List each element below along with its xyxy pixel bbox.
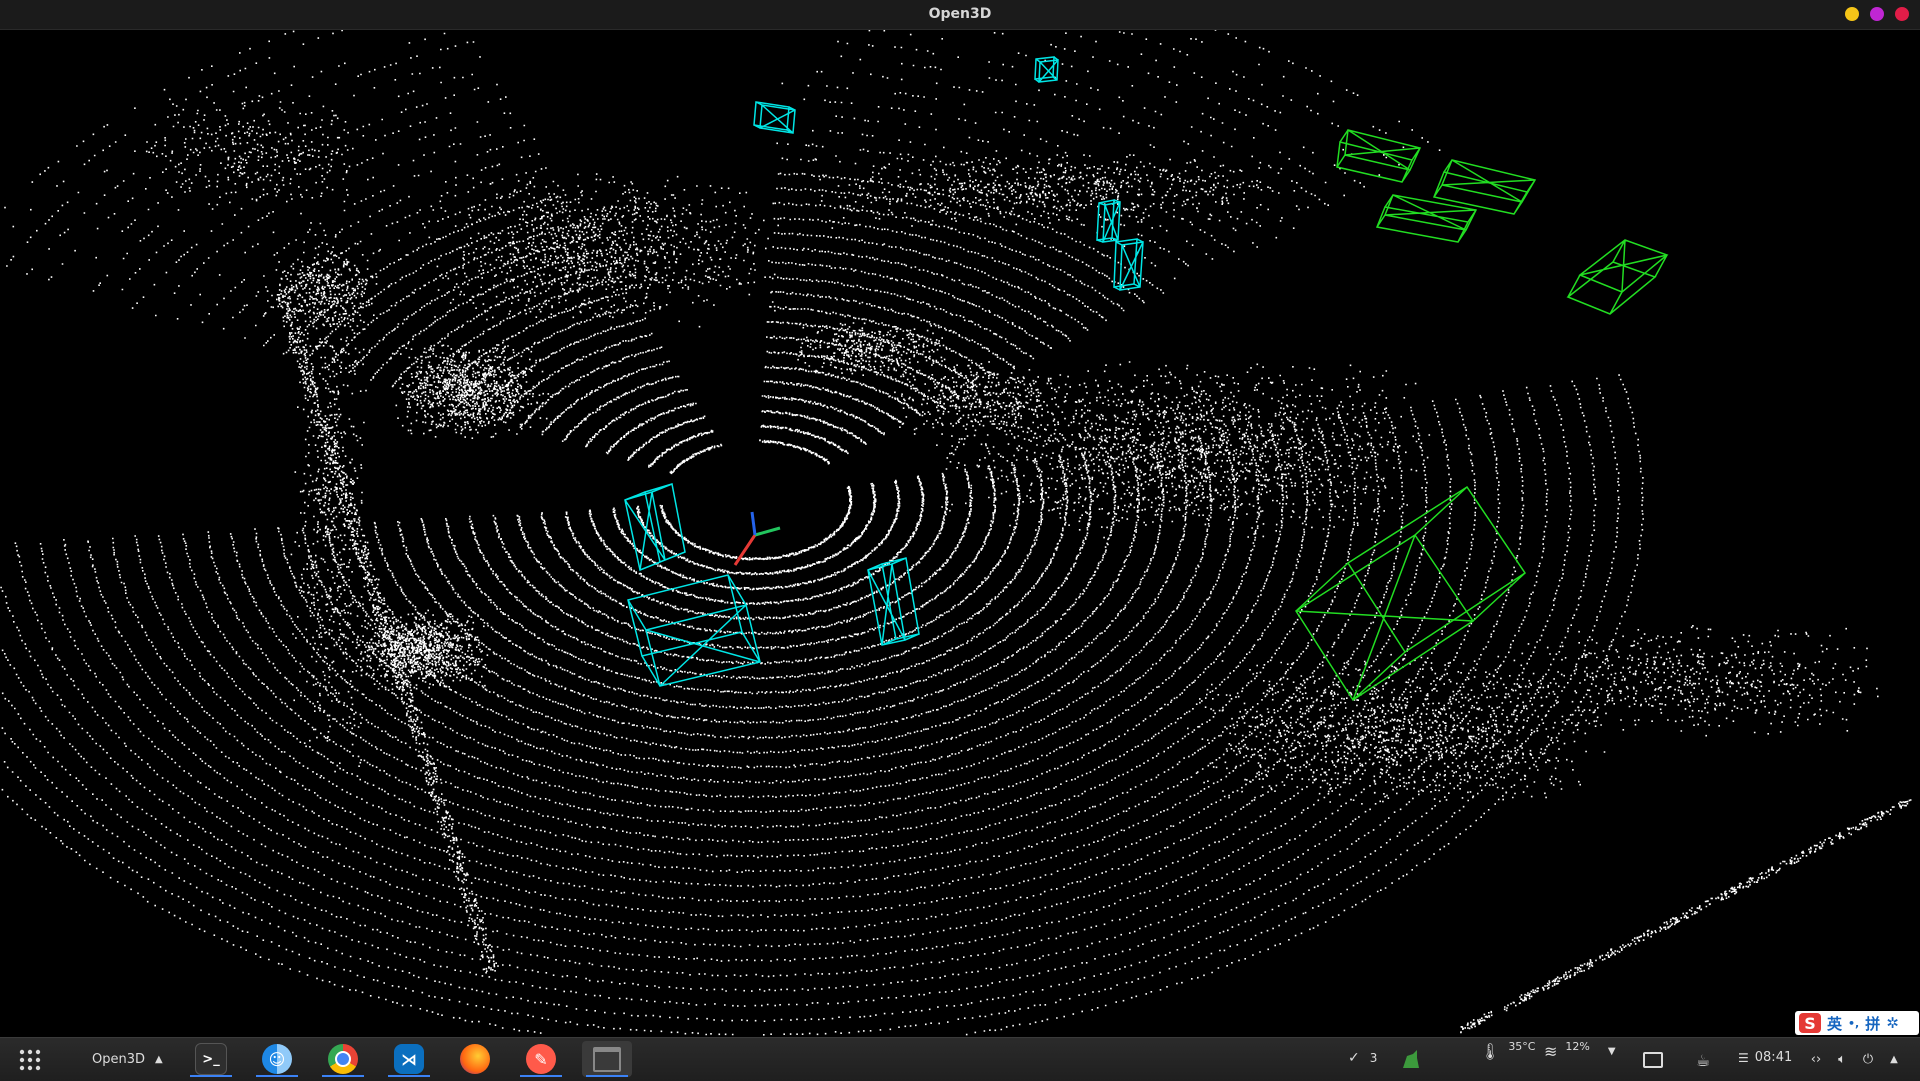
taskbar: Open3D ▲ >_ ☺ ⋊ ✎ ✓ 3 🌡︎ 35°C ≋ 12% ▼ ☕︎…: [0, 1037, 1920, 1081]
car-box-far-1: [1336, 129, 1422, 183]
active-window-label: Open3D: [92, 1051, 146, 1067]
tray-expand-icon[interactable]: ▲: [1884, 1049, 1904, 1069]
point-cloud-viewport[interactable]: [0, 30, 1920, 1037]
ime-logo-icon[interactable]: S: [1799, 1013, 1821, 1033]
point-cloud-canvas[interactable]: [0, 30, 1920, 1037]
object-box-topmost: [1034, 56, 1059, 83]
coffee-icon[interactable]: ☕︎: [1690, 1048, 1716, 1072]
screenshot-icon[interactable]: [1640, 1048, 1666, 1072]
car-box-far-4: [1566, 239, 1669, 315]
temperature-value: 35°C: [1508, 1040, 1536, 1053]
temperature-tray[interactable]: 🌡︎ 35°C: [1480, 1040, 1536, 1061]
pedestrian-box-far-1: [1096, 199, 1121, 243]
volume-icon[interactable]: 🔈︎: [1832, 1049, 1852, 1069]
disk-tray[interactable]: ≋ 12% ▼: [1544, 1040, 1616, 1061]
database-icon: ≋: [1544, 1042, 1558, 1061]
ime-settings-icon[interactable]: ✲: [1886, 1014, 1899, 1032]
car-box-near: [627, 574, 761, 687]
window-titlebar: Open3D: [0, 0, 1920, 30]
chevron-down-icon[interactable]: ▼: [1608, 1046, 1616, 1057]
clock-tray[interactable]: ☰ 08:41: [1738, 1050, 1792, 1065]
minimize-button[interactable]: [1845, 7, 1859, 21]
window-title: Open3D: [928, 6, 992, 22]
chrome-icon[interactable]: [318, 1041, 368, 1077]
app-grid-icon[interactable]: [12, 1043, 48, 1077]
chevron-up-icon: ▲: [155, 1053, 163, 1065]
y-axis: [754, 526, 781, 537]
maximize-button[interactable]: [1870, 7, 1884, 21]
disk-usage-value: 12%: [1565, 1040, 1590, 1053]
z-axis: [750, 511, 757, 536]
check-tray[interactable]: ✓ 3: [1348, 1050, 1377, 1066]
coordinate-axes: [733, 511, 781, 566]
window-icon[interactable]: [582, 1041, 632, 1077]
editor-icon[interactable]: ✎: [516, 1041, 566, 1077]
ime-mode-label[interactable]: 英: [1827, 1013, 1842, 1034]
ime-punct-label[interactable]: •,: [1848, 1017, 1859, 1030]
object-box-top: [753, 101, 796, 134]
active-window-menu[interactable]: Open3D ▲: [92, 1048, 163, 1070]
vscode-icon[interactable]: ⋊: [384, 1041, 434, 1077]
pedestrian-box-left: [624, 483, 686, 572]
horse-icon[interactable]: [1396, 1046, 1426, 1074]
input-method-bar[interactable]: S 英 •, 拼 ✲: [1795, 1011, 1919, 1035]
lidar-points: [0, 30, 1912, 1036]
clock-time: 08:41: [1754, 1050, 1793, 1065]
lidar-point-path: [0, 30, 1912, 1036]
terminal-icon[interactable]: >_: [186, 1041, 236, 1077]
firefox-icon[interactable]: [450, 1041, 500, 1077]
check-count: 3: [1369, 1051, 1378, 1065]
check-icon: ✓: [1348, 1050, 1360, 1066]
x-axis: [733, 534, 757, 566]
thermometer-icon: 🌡︎: [1480, 1042, 1501, 1061]
finder-icon[interactable]: ☺: [252, 1041, 302, 1077]
pedestrian-box-far-2: [1113, 238, 1144, 291]
close-button[interactable]: [1895, 7, 1909, 21]
bounding-boxes: [624, 56, 1669, 702]
ime-pinyin-label[interactable]: 拼: [1865, 1013, 1880, 1034]
network-icon[interactable]: ‹›: [1806, 1049, 1826, 1069]
power-icon[interactable]: ⏻: [1858, 1049, 1878, 1069]
menu-icon: ☰: [1738, 1050, 1749, 1065]
